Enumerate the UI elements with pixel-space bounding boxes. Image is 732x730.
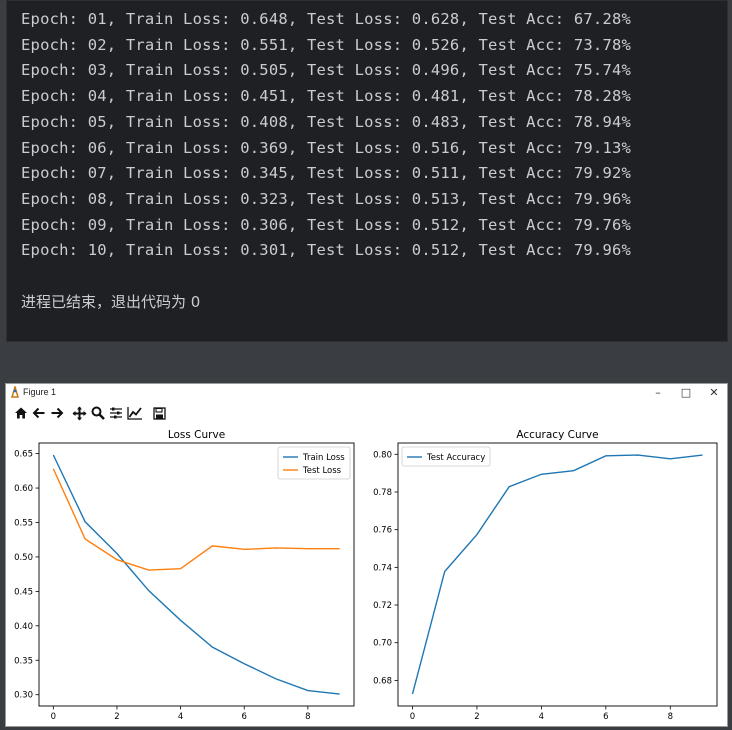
chart-title: Accuracy Curve	[516, 429, 598, 441]
run-console: Epoch: 01, Train Loss: 0.648, Test Loss:…	[6, 0, 728, 342]
edit-axis-icon[interactable]	[126, 404, 144, 422]
figure-window: Figure 1 – □ ✕ Loss Curve 0 2 4 6 8 0.30	[5, 383, 728, 727]
axes-frame	[38, 442, 355, 707]
navigation-toolbar	[6, 403, 727, 423]
console-line: Epoch: 06, Train Loss: 0.369, Test Loss:…	[21, 138, 632, 157]
y-tick-label: 0.45	[14, 587, 33, 597]
x-tick-label: 8	[305, 712, 310, 722]
y-tick-label: 0.68	[373, 676, 392, 686]
y-tick-label: 0.55	[14, 518, 33, 528]
y-tick-label: 0.78	[373, 488, 392, 498]
charts-svg: Loss Curve 0 2 4 6 8 0.30 0.35 0.40 0.45 0.50 0.55 0…	[14, 429, 718, 722]
chart-title: Loss Curve	[168, 429, 225, 441]
back-arrow-icon[interactable]	[30, 404, 48, 422]
y-tick-label: 0.50	[14, 553, 33, 563]
console-line: Epoch: 10, Train Loss: 0.301, Test Loss:…	[21, 241, 632, 260]
console-line: Epoch: 07, Train Loss: 0.345, Test Loss:…	[21, 164, 632, 183]
matplotlib-app-icon	[10, 384, 20, 398]
console-line: Epoch: 08, Train Loss: 0.323, Test Loss:…	[21, 189, 632, 208]
window-title: Figure 1	[23, 387, 57, 397]
x-tick-label: 2	[114, 712, 119, 722]
plot-canvas[interactable]: Loss Curve 0 2 4 6 8 0.30 0.35 0.40 0.45 0.50 0.55 0…	[6, 424, 727, 726]
console-line: Epoch: 05, Train Loss: 0.408, Test Loss:…	[21, 112, 632, 131]
chart-loss: Loss Curve 0 2 4 6 8 0.30 0.35 0.40 0.45 0.50 0.55 0…	[14, 429, 355, 722]
y-tick-label: 0.80	[373, 450, 392, 460]
exit-message: 进程已结束，退出代码为 0	[21, 293, 201, 311]
x-tick-label: 6	[603, 712, 608, 722]
y-tick-label: 0.35	[14, 656, 33, 666]
console-line: Epoch: 02, Train Loss: 0.551, Test Loss:…	[21, 35, 632, 54]
legend-label: Test Accuracy	[426, 453, 485, 463]
y-tick-label: 0.40	[14, 622, 33, 632]
axes-frame	[397, 442, 718, 707]
legend-label: Train Loss	[302, 453, 345, 463]
y-tick-label: 0.72	[373, 601, 392, 611]
chart-accuracy: Accuracy Curve 0 2 4 6 8 0.68 0.70 0.72 0.74 0.76 0…	[373, 429, 718, 722]
y-tick-label: 0.70	[373, 639, 392, 649]
save-icon[interactable]	[150, 404, 168, 422]
legend-label: Test Loss	[302, 466, 342, 476]
x-tick-label: 6	[242, 712, 247, 722]
y-tick-label: 0.76	[373, 526, 392, 536]
maximize-button[interactable]: □	[672, 384, 700, 402]
console-line: Epoch: 09, Train Loss: 0.306, Test Loss:…	[21, 215, 632, 234]
x-tick-label: 0	[410, 712, 415, 722]
close-button[interactable]: ✕	[700, 384, 728, 402]
x-tick-label: 4	[178, 712, 183, 722]
x-tick-label: 8	[668, 712, 673, 722]
console-line: Epoch: 01, Train Loss: 0.648, Test Loss:…	[21, 10, 632, 28]
forward-arrow-icon[interactable]	[48, 404, 66, 422]
y-tick-label: 0.60	[14, 484, 33, 494]
home-icon[interactable]	[12, 404, 30, 422]
y-tick-label: 0.30	[14, 691, 33, 701]
y-tick-label: 0.74	[373, 563, 392, 573]
y-tick-label: 0.65	[14, 450, 33, 460]
console-line: Epoch: 04, Train Loss: 0.451, Test Loss:…	[21, 87, 632, 106]
x-tick-label: 2	[474, 712, 479, 722]
pan-icon[interactable]	[70, 404, 88, 422]
minimize-button[interactable]: –	[644, 384, 672, 402]
x-tick-label: 0	[51, 712, 56, 722]
title-bar: Figure 1 – □ ✕	[6, 384, 727, 402]
subplots-icon[interactable]	[107, 404, 125, 422]
console-line: Epoch: 03, Train Loss: 0.505, Test Loss:…	[21, 61, 632, 80]
x-tick-label: 4	[539, 712, 544, 722]
zoom-icon[interactable]	[89, 404, 107, 422]
